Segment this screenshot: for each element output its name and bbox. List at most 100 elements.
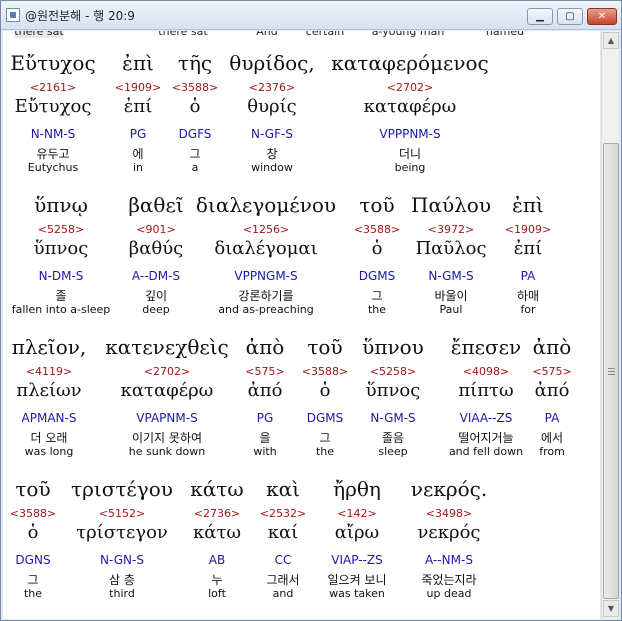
lemma-word: ἀπό: [534, 380, 570, 401]
english-gloss: being: [394, 161, 426, 174]
partial-top-row: there sat there sat And certain a-young man n…: [3, 31, 600, 41]
lemma-word: θυρίς: [247, 96, 297, 117]
english-gloss: the: [23, 587, 43, 600]
partial-gloss: And: [256, 31, 278, 38]
korean-gloss: 그: [319, 431, 331, 445]
korean-gloss: 졸음: [381, 431, 405, 445]
parsing-code: PA: [544, 411, 560, 425]
parsing-code: N-GN-S: [100, 553, 144, 567]
parsing-code: DGMS: [306, 411, 344, 425]
strong-number: <5258>: [369, 365, 417, 378]
english-gloss: in: [132, 161, 144, 174]
strong-number: <4119>: [25, 365, 73, 378]
english-gloss: sleep: [378, 445, 408, 458]
korean-gloss: 삼 층: [109, 573, 135, 587]
lemma-word: ὁ: [371, 238, 383, 259]
lemma-word: πίπτω: [458, 380, 514, 401]
parsing-code: A--DM-S: [131, 269, 181, 283]
english-gloss: was long: [24, 445, 74, 458]
lemma-word: Εὔτυχος: [14, 96, 92, 117]
strong-number: <5152>: [98, 507, 146, 520]
greek-word: ὕπνῳ: [34, 193, 88, 217]
korean-gloss: 이기지 못하여: [131, 431, 203, 445]
strong-number: <2161>: [29, 81, 77, 94]
parsing-code: PG: [129, 127, 147, 141]
korean-gloss: 더 오래: [30, 431, 68, 445]
partial-gloss: certain: [305, 31, 345, 38]
strong-number: <1909>: [504, 223, 552, 236]
lemma-word: βαθύς: [128, 238, 184, 259]
parsing-code: VPPNGM-S: [234, 269, 298, 283]
greek-word: ἤρθη: [333, 477, 381, 501]
scroll-thumb[interactable]: [603, 143, 619, 599]
english-gloss: the: [315, 445, 335, 458]
korean-gloss: 일으켜 보니: [327, 573, 387, 587]
scroll-down-button[interactable]: ▼: [603, 600, 619, 617]
greek-word: βαθεῖ: [128, 193, 184, 217]
english-gloss: deep: [142, 303, 170, 316]
greek-word: πλεῖον,: [11, 335, 87, 359]
parsing-code: AB: [208, 553, 226, 567]
greek-word: τριστέγου: [71, 477, 173, 501]
parsing-code: A--NM-S: [425, 553, 473, 567]
greek-word: ἐπὶ: [122, 51, 154, 75]
strong-number: <3498>: [425, 507, 473, 520]
maximize-button[interactable]: ▢: [557, 8, 583, 25]
greek-word: τοῦ: [307, 335, 343, 359]
strong-number: <2702>: [143, 365, 191, 378]
lemma-word: καταφέρω: [363, 96, 457, 117]
greek-word: κατενεχθεὶς: [105, 335, 229, 359]
title-bar[interactable]: @원전분해 - 행 20:9 ▁ ▢ ✕: [1, 1, 621, 30]
window-title: @원전분해 - 행 20:9: [25, 9, 135, 23]
partial-gloss: named: [485, 31, 525, 38]
korean-gloss: 하매: [516, 289, 540, 303]
english-gloss: the: [367, 303, 387, 316]
parsing-code: CC: [274, 553, 292, 567]
korean-gloss: 졸: [55, 289, 67, 303]
korean-gloss: 창: [266, 147, 278, 161]
parsing-code: APMAN-S: [21, 411, 77, 425]
parsing-code: DGFS: [178, 127, 212, 141]
korean-gloss: 바울이: [434, 289, 468, 303]
lemma-word: ὕπνος: [33, 238, 89, 259]
english-gloss: and fell down: [448, 445, 524, 458]
english-gloss: fallen into a-sleep: [11, 303, 111, 316]
lemma-word: ὁ: [27, 522, 39, 543]
minimize-button[interactable]: ▁: [527, 8, 553, 25]
parsing-code: VIAP--ZS: [331, 553, 383, 567]
parsing-code: DGMS: [358, 269, 396, 283]
scroll-up-button[interactable]: ▲: [603, 32, 619, 49]
partial-gloss: there sat: [14, 31, 64, 38]
close-button[interactable]: ✕: [587, 8, 617, 25]
korean-gloss: 그래서: [266, 573, 300, 587]
strong-number: <3588>: [171, 81, 219, 94]
vertical-scrollbar[interactable]: ▲ ▼: [601, 31, 619, 619]
english-gloss: and: [272, 587, 294, 600]
strong-number: <901>: [136, 223, 176, 236]
partial-gloss: a-young man: [371, 31, 445, 38]
parsing-code: VIAA--ZS: [459, 411, 513, 425]
english-gloss: a: [191, 161, 199, 174]
english-gloss: with: [253, 445, 277, 458]
greek-word: καταφερόμενος: [331, 51, 489, 75]
english-gloss: up dead: [426, 587, 472, 600]
english-gloss: Eutychus: [27, 161, 79, 174]
korean-gloss: 유두고: [36, 147, 70, 161]
parsing-code: N-NM-S: [30, 127, 76, 141]
english-gloss: from: [539, 445, 565, 458]
greek-word: τοῦ: [359, 193, 395, 217]
greek-word: θυρίδος,: [229, 51, 315, 75]
english-gloss: and as-preaching: [218, 303, 314, 316]
greek-word: ἀπὸ: [245, 335, 285, 359]
english-gloss: he sunk down: [128, 445, 206, 458]
lemma-word: ὁ: [319, 380, 331, 401]
lemma-word: κάτω: [192, 522, 242, 543]
lemma-word: καταφέρω: [120, 380, 214, 401]
lemma-word: πλείων: [16, 380, 82, 401]
lemma-word: τρίστεγον: [76, 522, 168, 543]
parsing-code: DGNS: [15, 553, 51, 567]
strong-number: <2736>: [193, 507, 241, 520]
korean-gloss: 에서: [540, 431, 564, 445]
korean-gloss: 그: [27, 573, 39, 587]
lemma-word: ἐπί: [123, 96, 153, 117]
